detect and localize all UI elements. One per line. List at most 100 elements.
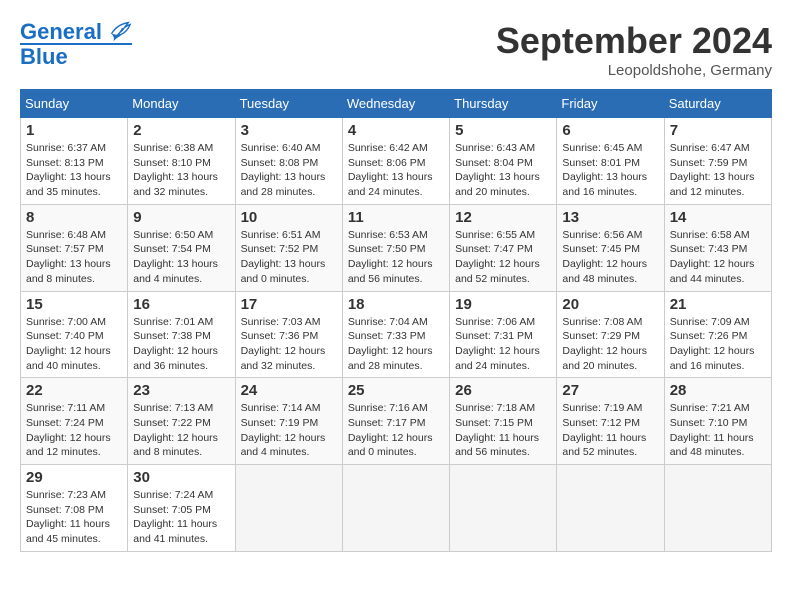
day-number: 5 (455, 122, 551, 139)
day-number: 25 (348, 382, 444, 399)
day-info: Sunrise: 7:24 AM Sunset: 7:05 PM Dayligh… (133, 488, 229, 547)
day-number: 30 (133, 469, 229, 486)
weekday-header-friday: Friday (557, 90, 664, 118)
calendar-cell: 15Sunrise: 7:00 AM Sunset: 7:40 PM Dayli… (21, 291, 128, 378)
calendar-cell: 21 Sunrise: 7:09 AM Sunset: 7:26 PM Dayli… (664, 291, 771, 378)
calendar-cell (342, 465, 449, 552)
weekday-header-row: SundayMondayTuesdayWednesdayThursdayFrid… (21, 90, 772, 118)
day-number: 3 (241, 122, 337, 139)
weekday-header-tuesday: Tuesday (235, 90, 342, 118)
weekday-header-thursday: Thursday (450, 90, 557, 118)
calendar-cell: 24 Sunrise: 7:14 AM Sunset: 7:19 PM Dayli… (235, 378, 342, 465)
day-info: Sunrise: 7:18 AM Sunset: 7:15 PM Dayligh… (455, 401, 551, 460)
calendar-cell: 13 Sunrise: 6:56 AM Sunset: 7:45 PM Dayli… (557, 204, 664, 291)
week-row-3: 15Sunrise: 7:00 AM Sunset: 7:40 PM Dayli… (21, 291, 772, 378)
calendar-cell: 11 Sunrise: 6:53 AM Sunset: 7:50 PM Dayli… (342, 204, 449, 291)
calendar-cell: 30 Sunrise: 7:24 AM Sunset: 7:05 PM Dayli… (128, 465, 235, 552)
calendar-cell (664, 465, 771, 552)
calendar-cell: 2 Sunrise: 6:38 AM Sunset: 8:10 PM Daylig… (128, 118, 235, 205)
logo: General Blue (20, 20, 132, 69)
day-info: Sunrise: 7:21 AM Sunset: 7:10 PM Dayligh… (670, 401, 766, 460)
day-number: 22 (26, 382, 122, 399)
calendar-cell: 7 Sunrise: 6:47 AM Sunset: 7:59 PM Daylig… (664, 118, 771, 205)
calendar-cell: 14 Sunrise: 6:58 AM Sunset: 7:43 PM Dayli… (664, 204, 771, 291)
location: Leopoldshohe, Germany (496, 62, 772, 79)
day-number: 20 (562, 296, 658, 313)
day-number: 21 (670, 296, 766, 313)
weekday-header-sunday: Sunday (21, 90, 128, 118)
day-number: 4 (348, 122, 444, 139)
day-info: Sunrise: 7:14 AM Sunset: 7:19 PM Dayligh… (241, 401, 337, 460)
calendar-cell (450, 465, 557, 552)
calendar-cell: 28 Sunrise: 7:21 AM Sunset: 7:10 PM Dayli… (664, 378, 771, 465)
title-block: September 2024 Leopoldshohe, Germany (496, 20, 772, 79)
day-number: 1 (26, 122, 122, 139)
calendar-cell (235, 465, 342, 552)
day-info: Sunrise: 7:16 AM Sunset: 7:17 PM Dayligh… (348, 401, 444, 460)
day-number: 17 (241, 296, 337, 313)
day-info: Sunrise: 6:38 AM Sunset: 8:10 PM Dayligh… (133, 141, 229, 200)
calendar-cell: 19 Sunrise: 7:06 AM Sunset: 7:31 PM Dayli… (450, 291, 557, 378)
day-info: Sunrise: 7:11 AM Sunset: 7:24 PM Dayligh… (26, 401, 122, 460)
calendar-cell: 4Sunrise: 6:42 AM Sunset: 8:06 PM Daylig… (342, 118, 449, 205)
calendar-cell: 16 Sunrise: 7:01 AM Sunset: 7:38 PM Dayli… (128, 291, 235, 378)
day-number: 19 (455, 296, 551, 313)
day-info: Sunrise: 7:23 AM Sunset: 7:08 PM Dayligh… (26, 488, 122, 547)
calendar-cell (557, 465, 664, 552)
day-number: 11 (348, 209, 444, 226)
calendar-cell: 3Sunrise: 6:40 AM Sunset: 8:08 PM Daylig… (235, 118, 342, 205)
day-info: Sunrise: 7:03 AM Sunset: 7:36 PM Dayligh… (241, 315, 337, 374)
week-row-1: 1 Sunrise: 6:37 AM Sunset: 8:13 PM Daylig… (21, 118, 772, 205)
day-info: Sunrise: 6:58 AM Sunset: 7:43 PM Dayligh… (670, 228, 766, 287)
day-number: 23 (133, 382, 229, 399)
logo-text: General (20, 20, 132, 45)
day-info: Sunrise: 6:48 AM Sunset: 7:57 PM Dayligh… (26, 228, 122, 287)
calendar-cell: 8 Sunrise: 6:48 AM Sunset: 7:57 PM Daylig… (21, 204, 128, 291)
day-info: Sunrise: 7:09 AM Sunset: 7:26 PM Dayligh… (670, 315, 766, 374)
calendar-cell: 23Sunrise: 7:13 AM Sunset: 7:22 PM Dayli… (128, 378, 235, 465)
week-row-4: 22 Sunrise: 7:11 AM Sunset: 7:24 PM Dayli… (21, 378, 772, 465)
weekday-header-monday: Monday (128, 90, 235, 118)
weekday-header-saturday: Saturday (664, 90, 771, 118)
day-info: Sunrise: 7:19 AM Sunset: 7:12 PM Dayligh… (562, 401, 658, 460)
day-number: 8 (26, 209, 122, 226)
logo-text2: Blue (20, 43, 132, 69)
calendar-cell: 29 Sunrise: 7:23 AM Sunset: 7:08 PM Dayli… (21, 465, 128, 552)
day-number: 6 (562, 122, 658, 139)
day-info: Sunrise: 7:00 AM Sunset: 7:40 PM Dayligh… (26, 315, 122, 374)
day-number: 26 (455, 382, 551, 399)
calendar-cell: 27 Sunrise: 7:19 AM Sunset: 7:12 PM Dayli… (557, 378, 664, 465)
day-info: Sunrise: 7:01 AM Sunset: 7:38 PM Dayligh… (133, 315, 229, 374)
day-number: 29 (26, 469, 122, 486)
calendar-cell: 17 Sunrise: 7:03 AM Sunset: 7:36 PM Dayli… (235, 291, 342, 378)
calendar-cell: 18Sunrise: 7:04 AM Sunset: 7:33 PM Dayli… (342, 291, 449, 378)
day-number: 14 (670, 209, 766, 226)
month-title: September 2024 (496, 20, 772, 62)
calendar-cell: 9Sunrise: 6:50 AM Sunset: 7:54 PM Daylig… (128, 204, 235, 291)
day-info: Sunrise: 6:50 AM Sunset: 7:54 PM Dayligh… (133, 228, 229, 287)
day-info: Sunrise: 6:53 AM Sunset: 7:50 PM Dayligh… (348, 228, 444, 287)
day-info: Sunrise: 6:51 AM Sunset: 7:52 PM Dayligh… (241, 228, 337, 287)
calendar-cell: 12 Sunrise: 6:55 AM Sunset: 7:47 PM Dayli… (450, 204, 557, 291)
day-info: Sunrise: 6:37 AM Sunset: 8:13 PM Dayligh… (26, 141, 122, 200)
calendar-cell: 20 Sunrise: 7:08 AM Sunset: 7:29 PM Dayli… (557, 291, 664, 378)
day-number: 24 (241, 382, 337, 399)
day-number: 7 (670, 122, 766, 139)
day-info: Sunrise: 6:55 AM Sunset: 7:47 PM Dayligh… (455, 228, 551, 287)
day-number: 27 (562, 382, 658, 399)
day-info: Sunrise: 7:04 AM Sunset: 7:33 PM Dayligh… (348, 315, 444, 374)
day-info: Sunrise: 6:56 AM Sunset: 7:45 PM Dayligh… (562, 228, 658, 287)
day-number: 28 (670, 382, 766, 399)
week-row-5: 29 Sunrise: 7:23 AM Sunset: 7:08 PM Dayli… (21, 465, 772, 552)
day-number: 2 (133, 122, 229, 139)
day-number: 16 (133, 296, 229, 313)
calendar-cell: 6Sunrise: 6:45 AM Sunset: 8:01 PM Daylig… (557, 118, 664, 205)
day-number: 13 (562, 209, 658, 226)
calendar-cell: 22 Sunrise: 7:11 AM Sunset: 7:24 PM Dayli… (21, 378, 128, 465)
day-number: 10 (241, 209, 337, 226)
day-info: Sunrise: 7:08 AM Sunset: 7:29 PM Dayligh… (562, 315, 658, 374)
day-number: 12 (455, 209, 551, 226)
week-row-2: 8 Sunrise: 6:48 AM Sunset: 7:57 PM Daylig… (21, 204, 772, 291)
day-info: Sunrise: 7:06 AM Sunset: 7:31 PM Dayligh… (455, 315, 551, 374)
day-info: Sunrise: 6:47 AM Sunset: 7:59 PM Dayligh… (670, 141, 766, 200)
